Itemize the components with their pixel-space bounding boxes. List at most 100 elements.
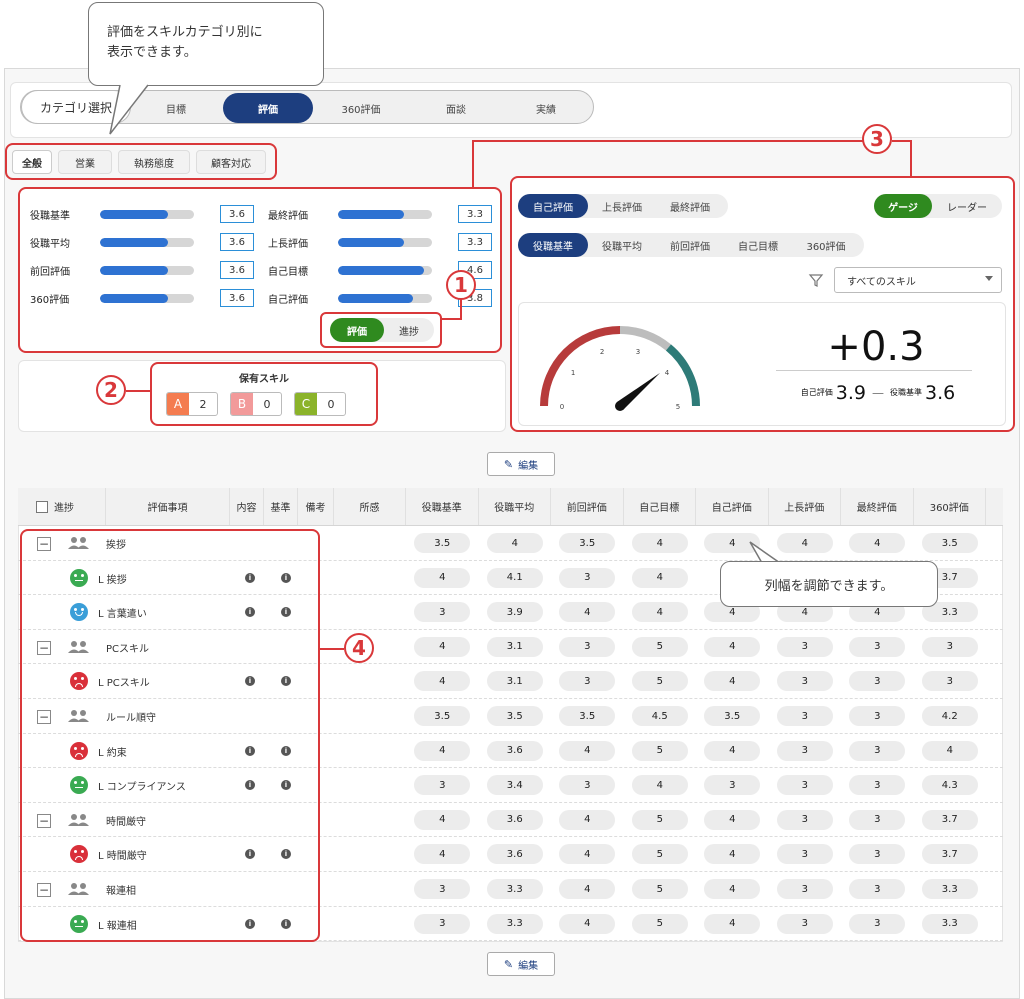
score-cell[interactable]: 4.2 [921, 706, 978, 726]
eval-tab-manager[interactable]: 上長評価 [588, 194, 656, 218]
score-cell[interactable]: 4 [559, 809, 616, 830]
score-cell[interactable]: 3.9 [486, 602, 543, 623]
column-header[interactable]: 備考 [298, 488, 334, 525]
score-cell[interactable]: 4 [849, 533, 906, 553]
tab-work-attitude[interactable]: 執務態度 [118, 150, 190, 174]
score-cell[interactable]: 4 [704, 879, 761, 899]
score-cell[interactable]: 3 [776, 844, 833, 865]
column-header[interactable]: 進捗 [18, 488, 106, 525]
score-cell[interactable]: 3.5 [921, 533, 978, 553]
score-cell[interactable]: 3 [849, 740, 906, 761]
column-header[interactable]: 自己目標 [624, 488, 696, 525]
score-cell[interactable]: 3 [776, 706, 833, 726]
score-cell[interactable]: 4.3 [921, 775, 978, 796]
compare-tab-previous[interactable]: 前回評価 [656, 233, 724, 257]
score-cell[interactable]: 3 [921, 671, 978, 692]
score-cell[interactable]: 4 [559, 602, 616, 623]
score-cell[interactable]: 3.4 [486, 775, 543, 796]
column-header[interactable]: 前回評価 [551, 488, 624, 525]
score-cell[interactable]: 3.1 [486, 671, 543, 692]
compare-tab-position-standard[interactable]: 役職基準 [518, 233, 588, 257]
score-cell[interactable]: 3 [776, 913, 833, 934]
score-cell[interactable]: 5 [631, 844, 688, 865]
column-header[interactable]: 評価事項 [106, 488, 230, 525]
score-cell[interactable]: 3.5 [486, 706, 543, 726]
toggle-evaluation[interactable]: 評価 [330, 318, 384, 342]
score-cell[interactable]: 5 [631, 879, 688, 899]
score-cell[interactable]: 3.3 [921, 879, 978, 899]
score-cell[interactable]: 4 [414, 740, 471, 761]
score-cell[interactable]: 3 [849, 879, 906, 899]
toggle-progress[interactable]: 進捗 [384, 318, 434, 342]
score-cell[interactable]: 3 [849, 636, 906, 657]
score-cell[interactable]: 3 [849, 913, 906, 934]
score-cell[interactable]: 3 [559, 671, 616, 692]
skill-filter-select[interactable]: すべてのスキル [834, 267, 1002, 293]
eval-tab-self[interactable]: 自己評価 [518, 194, 588, 218]
score-cell[interactable]: 5 [631, 740, 688, 761]
score-cell[interactable]: 3.5 [704, 706, 761, 726]
score-cell[interactable]: 3.5 [414, 706, 471, 726]
score-cell[interactable]: 4 [414, 636, 471, 657]
edit-button-bottom[interactable]: ✎ 編集 [487, 952, 555, 976]
score-cell[interactable]: 5 [631, 671, 688, 692]
score-cell[interactable]: 3.5 [559, 533, 616, 553]
tab-customer-service[interactable]: 顧客対応 [196, 150, 266, 174]
select-all-checkbox[interactable] [36, 500, 48, 513]
score-cell[interactable]: 4.5 [631, 706, 688, 726]
score-cell[interactable]: 4 [559, 913, 616, 934]
edit-button-top[interactable]: ✎ 編集 [487, 452, 555, 476]
score-cell[interactable]: 4 [704, 671, 761, 692]
score-cell[interactable]: 4 [704, 844, 761, 865]
score-cell[interactable]: 4 [704, 636, 761, 657]
column-header[interactable]: 役職基準 [406, 488, 479, 525]
score-cell[interactable]: 3.1 [486, 636, 543, 657]
score-cell[interactable]: 3.6 [486, 844, 543, 865]
score-cell[interactable]: 4 [559, 844, 616, 865]
score-cell[interactable]: 4 [704, 809, 761, 830]
score-cell[interactable]: 3.7 [921, 809, 978, 830]
score-cell[interactable]: 4 [631, 567, 688, 588]
score-cell[interactable]: 3.3 [486, 879, 543, 899]
score-cell[interactable]: 4 [631, 533, 688, 553]
score-cell[interactable]: 4 [631, 775, 688, 796]
score-cell[interactable]: 3 [559, 775, 616, 796]
score-cell[interactable]: 3 [414, 775, 471, 796]
score-cell[interactable]: 3.3 [486, 913, 543, 934]
score-cell[interactable]: 4 [704, 913, 761, 934]
score-cell[interactable]: 3 [776, 671, 833, 692]
compare-tab-360[interactable]: 360評価 [792, 233, 860, 257]
score-cell[interactable]: 3.3 [921, 913, 978, 934]
score-cell[interactable]: 3 [776, 740, 833, 761]
eval-tab-final[interactable]: 最終評価 [656, 194, 724, 218]
compare-tab-position-average[interactable]: 役職平均 [588, 233, 656, 257]
column-header[interactable]: 上長評価 [769, 488, 841, 525]
column-header[interactable]: 基準 [264, 488, 298, 525]
score-cell[interactable]: 3.7 [921, 844, 978, 865]
category-option-results[interactable]: 実績 [521, 98, 571, 118]
score-cell[interactable]: 4 [704, 740, 761, 761]
score-cell[interactable]: 3 [559, 636, 616, 657]
score-cell[interactable]: 3 [559, 567, 616, 588]
score-cell[interactable]: 3 [414, 602, 471, 623]
category-option-evaluation[interactable]: 評価 [223, 93, 313, 123]
score-cell[interactable]: 3 [776, 809, 833, 830]
score-cell[interactable]: 3 [776, 636, 833, 657]
score-cell[interactable]: 4 [414, 567, 471, 588]
score-cell[interactable]: 3 [849, 809, 906, 830]
category-option-interview[interactable]: 面談 [431, 98, 481, 118]
category-option-360[interactable]: 360評価 [326, 98, 396, 118]
score-cell[interactable]: 4 [631, 602, 688, 623]
score-cell[interactable]: 3 [776, 775, 833, 796]
tab-general[interactable]: 全般 [12, 150, 52, 174]
column-header[interactable]: 役職平均 [479, 488, 551, 525]
column-header[interactable]: 所感 [334, 488, 406, 525]
score-cell[interactable]: 3.6 [486, 809, 543, 830]
view-toggle-radar[interactable]: レーダー [932, 194, 1002, 218]
score-cell[interactable]: 3.5 [414, 533, 471, 553]
score-cell[interactable]: 4 [559, 740, 616, 761]
score-cell[interactable]: 3 [849, 775, 906, 796]
score-cell[interactable]: 3 [776, 879, 833, 899]
view-toggle-gauge[interactable]: ゲージ [874, 194, 932, 218]
score-cell[interactable]: 3 [849, 671, 906, 692]
